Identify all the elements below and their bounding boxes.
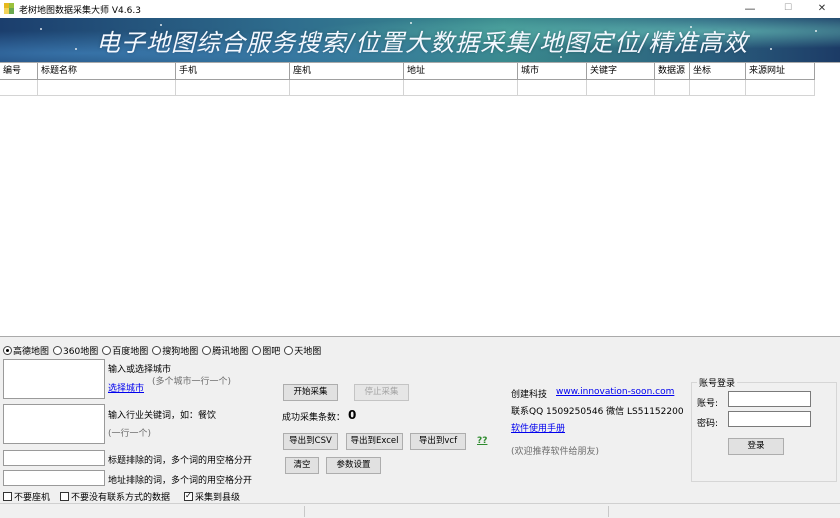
county-level-checkbox[interactable]: 采集到县级 xyxy=(184,490,240,503)
no-landline-checkbox[interactable]: 不要座机 xyxy=(3,490,50,503)
title-exclude-label: 标题排除的词，多个词的用空格分开 xyxy=(108,456,253,466)
clear-button[interactable]: 清空 xyxy=(285,457,319,474)
title-bar: 老树地图数据采集大师 V4.6.3 — ☐ ✕ xyxy=(0,0,840,18)
column-header-coords[interactable]: 坐标 xyxy=(690,63,746,80)
window-title: 老树地图数据采集大师 V4.6.3 xyxy=(19,6,141,16)
city-hint: (多个城市一行一个) xyxy=(152,377,232,387)
keyword-textarea[interactable] xyxy=(3,404,105,444)
column-header-address[interactable]: 地址 xyxy=(404,63,518,80)
column-header-city[interactable]: 城市 xyxy=(518,63,587,80)
title-exclude-input[interactable] xyxy=(3,450,105,466)
checkbox-box[interactable] xyxy=(60,492,69,501)
table-cell[interactable] xyxy=(38,80,176,96)
radio-mapbar[interactable]: 图吧 xyxy=(252,344,280,357)
company-name: 创建科技 xyxy=(511,390,548,400)
start-button[interactable]: 开始采集 xyxy=(283,384,338,401)
close-button[interactable]: ✕ xyxy=(804,0,840,18)
login-group-title: 账号登录 xyxy=(697,376,738,389)
radio-dot[interactable] xyxy=(202,346,212,355)
user-manual-link[interactable]: 软件使用手册 xyxy=(511,421,565,434)
export-excel-button[interactable]: 导出到Excel xyxy=(346,433,403,450)
table-cell[interactable] xyxy=(587,80,655,96)
radio-dot[interactable] xyxy=(284,346,294,355)
column-header-id[interactable]: 编号 xyxy=(0,63,38,80)
table-cell[interactable] xyxy=(518,80,587,96)
minimize-button[interactable]: — xyxy=(732,0,768,18)
status-bar xyxy=(0,503,840,518)
export-vcf-button[interactable]: 导出到vcf xyxy=(410,433,466,450)
radio-tianditu[interactable]: 天地图 xyxy=(284,344,321,357)
radio-dot[interactable] xyxy=(152,346,162,355)
no-contact-checkbox[interactable]: 不要没有联系方式的数据 xyxy=(60,490,170,503)
table-cell[interactable] xyxy=(690,80,746,96)
radio-sogou-map[interactable]: 搜狗地图 xyxy=(152,344,198,357)
banner-slogan: 电子地图综合服务搜索/位置大数据采集/地图定位/精准高效 xyxy=(96,29,749,57)
account-input[interactable] xyxy=(728,391,811,407)
table-cell[interactable] xyxy=(176,80,290,96)
app-icon xyxy=(4,3,14,14)
export-csv-button[interactable]: 导出到CSV xyxy=(283,433,338,450)
login-button[interactable]: 登录 xyxy=(728,438,784,455)
keyword-label: 输入行业关键词，如：餐饮 xyxy=(108,411,217,421)
table-cell[interactable] xyxy=(404,80,518,96)
company-contact: 联系QQ 1509250546 微信 LS51152200 xyxy=(511,407,684,417)
password-input[interactable] xyxy=(728,411,811,427)
address-exclude-label: 地址排除的词，多个词的用空格分开 xyxy=(108,476,253,486)
maximize-button[interactable]: ☐ xyxy=(770,0,806,18)
table-cell[interactable] xyxy=(0,80,38,96)
banner: 电子地图综合服务搜索/位置大数据采集/地图定位/精准高效 xyxy=(0,18,840,62)
success-count-label: 成功采集条数： xyxy=(282,413,346,423)
radio-tencent-map[interactable]: 腾讯地图 xyxy=(202,344,248,357)
company-website-link[interactable]: www.innovation-soon.com xyxy=(556,387,674,397)
success-count-value: 0 xyxy=(348,408,357,422)
table-cell[interactable] xyxy=(290,80,404,96)
keyword-hint: (一行一个) xyxy=(108,429,152,439)
column-header-source[interactable]: 数据源 xyxy=(655,63,690,80)
results-table[interactable]: 编号 标题名称 手机 座机 地址 城市 关键字 数据源 坐标 来源网址 xyxy=(0,62,840,337)
radio-amap[interactable]: 高德地图 xyxy=(3,344,49,357)
address-exclude-input[interactable] xyxy=(3,470,105,486)
column-header-landline[interactable]: 座机 xyxy=(290,63,404,80)
city-textarea[interactable] xyxy=(3,359,105,399)
password-label: 密码: xyxy=(697,419,719,429)
checkbox-box[interactable] xyxy=(184,491,193,501)
select-city-link[interactable]: 选择城市 xyxy=(108,381,144,394)
table-cell[interactable] xyxy=(746,80,815,96)
column-header-keyword[interactable]: 关键字 xyxy=(587,63,655,80)
column-header-source-url[interactable]: 来源网址 xyxy=(746,63,815,80)
radio-360map[interactable]: 360地图 xyxy=(53,344,98,357)
stop-button[interactable]: 停止采集 xyxy=(354,384,409,401)
radio-dot[interactable] xyxy=(53,346,63,355)
account-label: 账号: xyxy=(697,399,719,409)
map-source-radio-group: 高德地图 360地图 百度地图 搜狗地图 腾讯地图 图吧 天地图 xyxy=(3,344,321,357)
column-header-title[interactable]: 标题名称 xyxy=(38,63,176,80)
radio-dot[interactable] xyxy=(102,346,112,355)
column-header-mobile[interactable]: 手机 xyxy=(176,63,290,80)
settings-button[interactable]: 参数设置 xyxy=(326,457,381,474)
radio-dot[interactable] xyxy=(252,346,262,355)
radio-baidu-map[interactable]: 百度地图 xyxy=(102,344,148,357)
checkbox-box[interactable] xyxy=(3,492,12,501)
radio-dot[interactable] xyxy=(3,346,12,355)
table-cell[interactable] xyxy=(655,80,690,96)
recommend-text: (欢迎推荐软件给朋友) xyxy=(511,447,600,457)
help-link[interactable]: ?? xyxy=(477,436,487,446)
